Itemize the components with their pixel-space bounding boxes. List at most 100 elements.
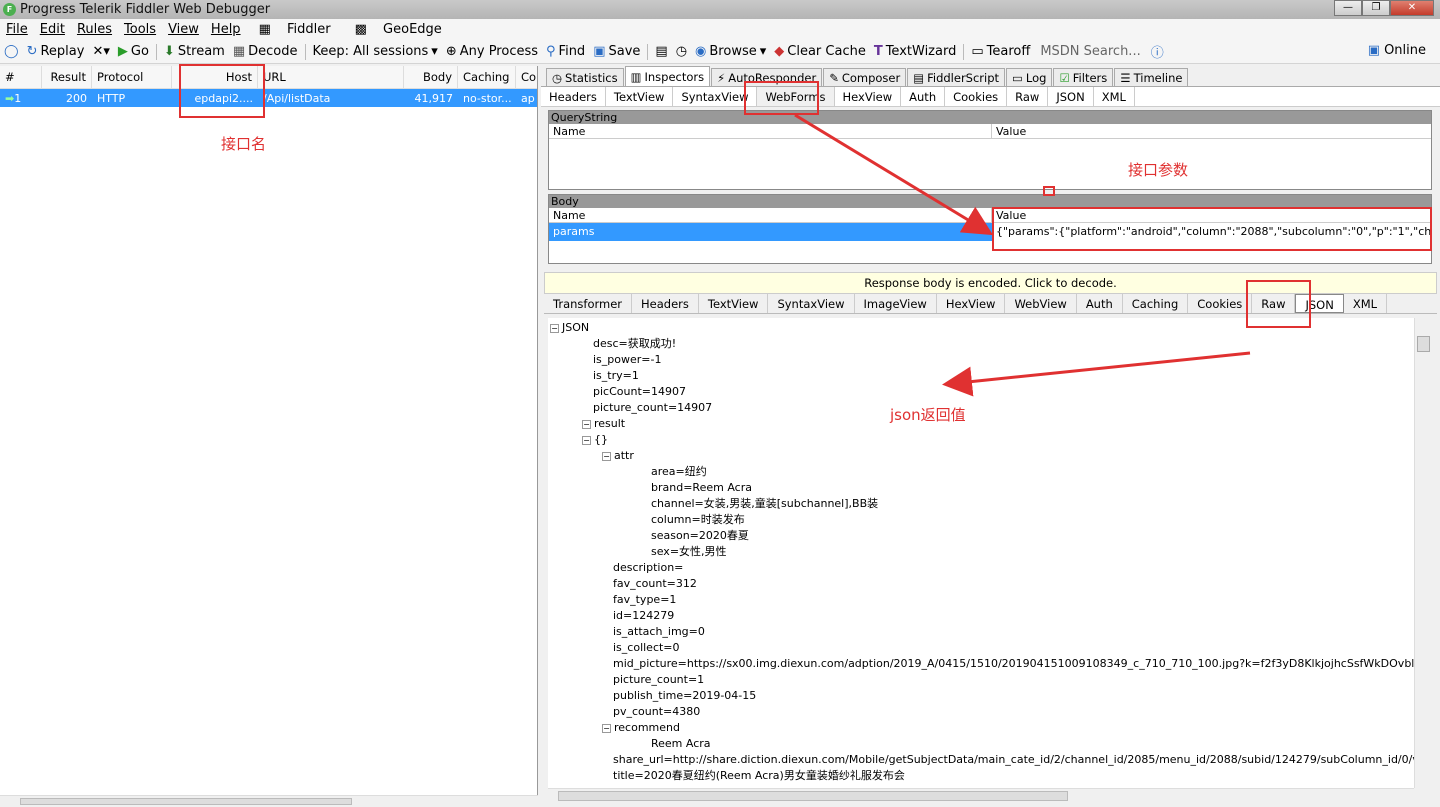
req-tab-headers[interactable]: Headers bbox=[541, 87, 606, 106]
body-name-header[interactable]: Name bbox=[549, 208, 992, 222]
stream-button[interactable]: ⬇ Stream bbox=[160, 44, 229, 59]
tree-node[interactable]: fav_count=312 bbox=[613, 576, 697, 592]
json-vscrollbar[interactable] bbox=[1414, 318, 1431, 788]
collapse-icon[interactable]: − bbox=[582, 436, 591, 445]
tree-node[interactable]: area=纽约 bbox=[651, 464, 707, 480]
table-row[interactable]: ➡1 200 HTTP epdapi2.... /Api/listData 41… bbox=[0, 89, 537, 107]
tab-inspectors[interactable]: ▥ Inspectors bbox=[624, 66, 711, 86]
tree-node[interactable]: description= bbox=[613, 560, 683, 576]
menu-geoedge[interactable]: ▩ GeoEdge bbox=[343, 22, 454, 37]
json-hscrollbar[interactable] bbox=[548, 788, 1414, 802]
resp-tab-headers[interactable]: Headers bbox=[632, 294, 699, 313]
resp-tab-transformer[interactable]: Transformer bbox=[544, 294, 633, 313]
find-button[interactable]: ⚲ Find bbox=[542, 44, 589, 59]
go-button[interactable]: ▶ Go bbox=[114, 44, 153, 59]
tree-node[interactable]: share_url=http://share.diction.diexun.co… bbox=[613, 752, 1414, 768]
resp-tab-webview[interactable]: WebView bbox=[1005, 294, 1077, 313]
tree-node[interactable]: − recommend bbox=[602, 720, 680, 736]
collapse-icon[interactable]: − bbox=[550, 324, 559, 333]
menu-fiddler[interactable]: ▦ Fiddler bbox=[247, 22, 343, 37]
req-tab-json[interactable]: JSON bbox=[1048, 87, 1094, 106]
tree-node[interactable]: sex=女性,男性 bbox=[651, 544, 727, 560]
tree-node[interactable]: Reem Acra bbox=[651, 736, 711, 752]
tab-filters[interactable]: ☑ Filters bbox=[1053, 68, 1114, 86]
col-caching[interactable]: Caching bbox=[458, 66, 516, 88]
tree-node[interactable]: title=2020春夏纽约(Reem Acra)男女童装婚纱礼服发布会 bbox=[613, 768, 905, 784]
col-num[interactable]: # bbox=[0, 66, 42, 88]
col-protocol[interactable]: Protocol bbox=[92, 66, 172, 88]
resp-tab-hexview[interactable]: HexView bbox=[937, 294, 1006, 313]
tab-fiddlerscript[interactable]: ▤ FiddlerScript bbox=[907, 68, 1006, 86]
sessions-hscrollbar[interactable] bbox=[0, 795, 538, 807]
online-indicator[interactable]: ▣ Online bbox=[1368, 43, 1426, 58]
close-button[interactable]: ✕ bbox=[1390, 0, 1434, 16]
help-button[interactable]: ⓘ bbox=[1147, 42, 1168, 61]
menu-tools[interactable]: Tools bbox=[118, 22, 162, 37]
req-tab-raw[interactable]: Raw bbox=[1007, 87, 1049, 106]
resp-tab-caching[interactable]: Caching bbox=[1123, 294, 1189, 313]
collapse-icon[interactable]: − bbox=[602, 452, 611, 461]
textwizard-button[interactable]: T TextWizard bbox=[870, 44, 961, 59]
keep-sessions-dropdown[interactable]: Keep: All sessions ▾ bbox=[309, 44, 442, 59]
resp-tab-cookies[interactable]: Cookies bbox=[1188, 294, 1253, 313]
tree-node[interactable]: publish_time=2019-04-15 bbox=[613, 688, 756, 704]
resp-tab-syntaxview[interactable]: SyntaxView bbox=[768, 294, 855, 313]
qs-name-header[interactable]: Name bbox=[549, 124, 992, 138]
resp-tab-textview[interactable]: TextView bbox=[699, 294, 769, 313]
screenshot-button[interactable]: ▤ bbox=[651, 44, 671, 59]
collapse-icon[interactable]: − bbox=[582, 420, 591, 429]
qs-value-header[interactable]: Value bbox=[992, 124, 1431, 138]
tree-node[interactable]: pv_count=4380 bbox=[613, 704, 700, 720]
tree-node[interactable]: fav_type=1 bbox=[613, 592, 676, 608]
tearoff-button[interactable]: ▭ Tearoff bbox=[967, 44, 1034, 59]
menu-view[interactable]: View bbox=[162, 22, 205, 37]
resp-tab-imageview[interactable]: ImageView bbox=[855, 294, 937, 313]
menu-file[interactable]: File bbox=[0, 22, 34, 37]
req-tab-cookies[interactable]: Cookies bbox=[945, 87, 1008, 106]
tree-node[interactable]: is_power=-1 bbox=[593, 352, 661, 368]
tree-node[interactable]: column=时装发布 bbox=[651, 512, 745, 528]
tree-node[interactable]: brand=Reem Acra bbox=[651, 480, 752, 496]
msdn-search-input[interactable]: MSDN Search... bbox=[1034, 44, 1146, 59]
tree-node[interactable]: − result bbox=[582, 416, 625, 432]
tab-timeline[interactable]: ☰ Timeline bbox=[1114, 68, 1189, 86]
tree-node[interactable]: id=124279 bbox=[613, 608, 674, 624]
req-tab-textview[interactable]: TextView bbox=[606, 87, 674, 106]
replay-button[interactable]: ↻ Replay bbox=[23, 44, 89, 59]
tree-node[interactable]: is_attach_img=0 bbox=[613, 624, 705, 640]
tree-node[interactable]: channel=女装,男装,童装[subchannel],BB装 bbox=[651, 496, 878, 512]
remove-button[interactable]: ✕▾ bbox=[88, 44, 113, 59]
browse-button[interactable]: ◉ Browse ▾ bbox=[691, 44, 770, 59]
col-content-type[interactable]: Co bbox=[516, 66, 536, 88]
tree-node[interactable]: picture_count=14907 bbox=[593, 400, 712, 416]
menu-rules[interactable]: Rules bbox=[71, 22, 118, 37]
any-process-button[interactable]: ⊕ Any Process bbox=[442, 44, 542, 59]
col-result[interactable]: Result bbox=[42, 66, 92, 88]
tree-node[interactable]: desc=获取成功! bbox=[593, 336, 676, 352]
minimize-button[interactable]: — bbox=[1334, 0, 1362, 16]
save-button[interactable]: ▣ Save bbox=[589, 44, 644, 59]
collapse-icon[interactable]: − bbox=[602, 724, 611, 733]
tab-statistics[interactable]: ◷ Statistics bbox=[546, 68, 624, 86]
tree-node[interactable]: mid_picture=https://sx00.img.diexun.com/… bbox=[613, 656, 1414, 672]
clear-cache-button[interactable]: ◆ Clear Cache bbox=[770, 44, 870, 59]
col-url[interactable]: URL bbox=[258, 66, 404, 88]
tree-node[interactable]: is_try=1 bbox=[593, 368, 639, 384]
resp-tab-xml[interactable]: XML bbox=[1344, 294, 1388, 313]
req-tab-hexview[interactable]: HexView bbox=[835, 87, 902, 106]
resp-tab-auth[interactable]: Auth bbox=[1077, 294, 1123, 313]
col-body[interactable]: Body bbox=[404, 66, 458, 88]
menu-edit[interactable]: Edit bbox=[34, 22, 71, 37]
tab-composer[interactable]: ✎ Composer bbox=[823, 68, 907, 86]
tree-node[interactable]: −{} bbox=[582, 432, 608, 448]
menu-help[interactable]: Help bbox=[205, 22, 247, 37]
req-tab-xml[interactable]: XML bbox=[1094, 87, 1135, 106]
tab-log[interactable]: ▭ Log bbox=[1006, 68, 1053, 86]
maximize-button[interactable]: ❐ bbox=[1362, 0, 1390, 16]
tree-node[interactable]: is_collect=0 bbox=[613, 640, 680, 656]
tree-node[interactable]: − JSON bbox=[550, 320, 589, 336]
decode-button[interactable]: ▦ Decode bbox=[229, 44, 302, 59]
tree-node[interactable]: season=2020春夏 bbox=[651, 528, 749, 544]
req-tab-auth[interactable]: Auth bbox=[901, 87, 946, 106]
timer-button[interactable]: ◷ bbox=[672, 44, 691, 59]
